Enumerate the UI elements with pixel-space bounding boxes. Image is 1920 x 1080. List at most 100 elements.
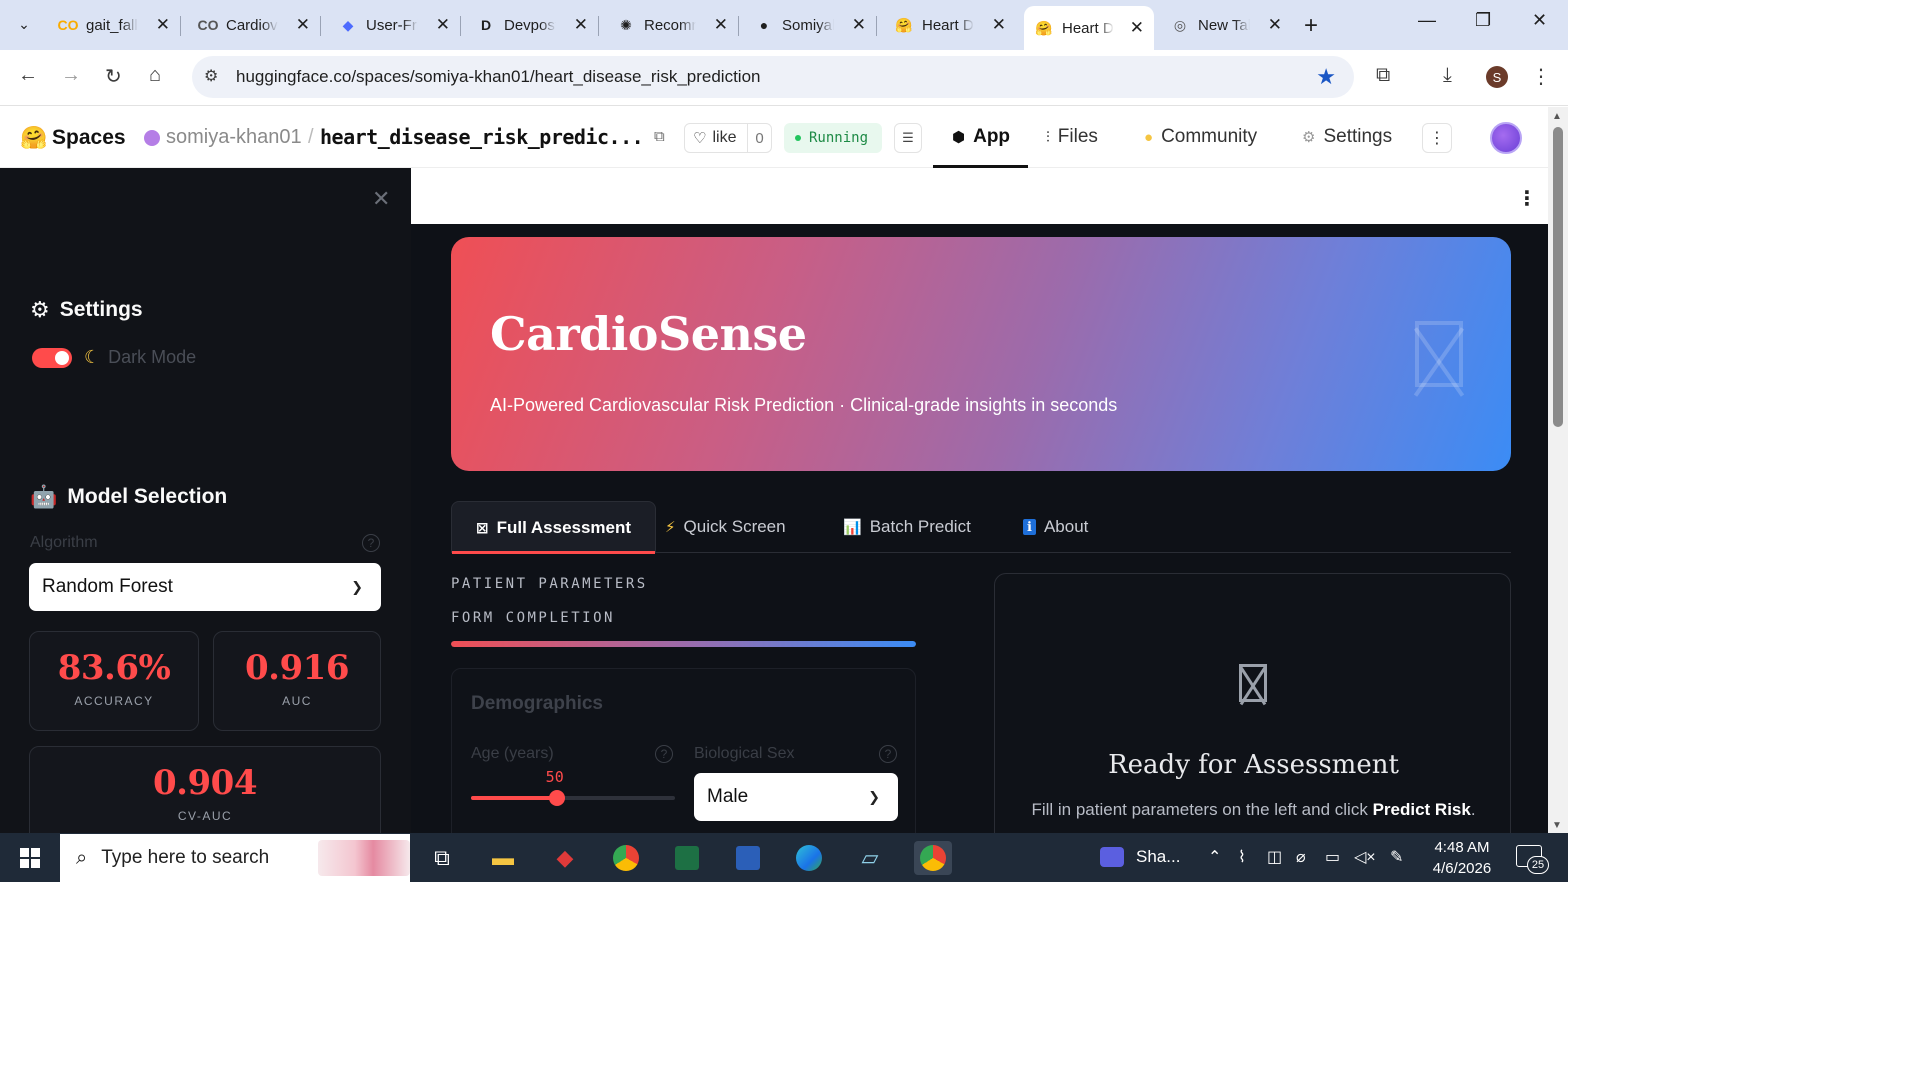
nav-settings[interactable]: ⚙ Settings [1302, 126, 1392, 148]
browser-tab[interactable]: ✺ Recomm ✕ [606, 6, 739, 44]
help-icon[interactable]: ? [655, 745, 673, 763]
sex-select[interactable]: Male ❯ [694, 773, 898, 821]
close-tab-icon[interactable]: ✕ [714, 15, 728, 35]
age-slider-thumb[interactable] [548, 790, 565, 806]
profile-avatar[interactable]: S [1486, 66, 1508, 88]
bar-chart-icon: 📊 [843, 519, 862, 536]
windows-start-icon[interactable] [20, 848, 40, 868]
chrome-menu-icon[interactable]: ⋮ [1531, 64, 1551, 89]
help-icon[interactable]: ? [362, 534, 380, 552]
new-tab-button[interactable]: + [1304, 12, 1318, 40]
restore-icon[interactable]: ❐ [1475, 10, 1491, 31]
home-icon[interactable]: ⌂ [149, 64, 161, 87]
close-tab-icon[interactable]: ✕ [156, 15, 170, 35]
reload-icon[interactable]: ↻ [105, 64, 122, 89]
lightning-icon: ⚡ [665, 519, 676, 536]
close-tab-icon[interactable]: ✕ [992, 15, 1006, 35]
url-text[interactable]: huggingface.co/spaces/somiya-khan01/hear… [236, 67, 761, 87]
browser-tab[interactable]: 🤗 Heart D ✕ [884, 6, 1016, 44]
volume-muted-icon[interactable]: ◁× [1354, 847, 1376, 867]
taskbar-search[interactable]: ⌕ Type here to search [60, 834, 410, 882]
tab-quick-screen[interactable]: ⚡ Quick Screen [641, 501, 810, 553]
browser-tab[interactable]: CO gait_fall ✕ [48, 6, 181, 44]
nav-files[interactable]: ⫶ Files [1046, 126, 1098, 148]
bookmark-star-icon[interactable]: ★ [1316, 64, 1336, 90]
close-tab-icon[interactable]: ✕ [436, 15, 450, 35]
owner-link[interactable]: somiya-khan01 [166, 126, 302, 149]
tab-label: Full Assessment [496, 517, 632, 537]
running-app[interactable]: Sha... [1100, 847, 1180, 867]
tray-expand-icon[interactable]: ⌃ [1208, 847, 1221, 867]
age-slider[interactable] [471, 796, 675, 800]
notepad-icon[interactable]: ▱ [853, 841, 887, 875]
task-view-icon[interactable]: ⧉ [425, 841, 459, 875]
battery-icon[interactable]: ▭ [1325, 847, 1340, 867]
scroll-up-icon[interactable]: ▲ [1552, 111, 1562, 122]
browser-tab[interactable]: ◎ New Tal ✕ [1160, 6, 1292, 44]
browser-tab[interactable]: ◆ User-Fri ✕ [328, 6, 461, 44]
user-avatar[interactable] [1490, 122, 1522, 154]
file-explorer-icon[interactable]: ▬ [486, 841, 520, 875]
network-icon[interactable]: ⌇ [1238, 847, 1246, 867]
close-tab-icon[interactable]: ✕ [1130, 18, 1144, 38]
camera-icon[interactable]: ◫ [1267, 847, 1282, 867]
download-icon[interactable]: ⤓ [1443, 64, 1452, 87]
page-scrollbar[interactable]: ▲ ▼ [1548, 107, 1568, 833]
browser-tab[interactable]: D Devpost ✕ [466, 6, 599, 44]
notifications-icon[interactable]: 25 [1516, 845, 1549, 874]
tab-batch-predict[interactable]: 📊 Batch Predict [819, 501, 995, 553]
scroll-down-icon[interactable]: ▼ [1552, 820, 1562, 831]
dark-mode-toggle[interactable] [32, 348, 72, 368]
site-info-icon[interactable]: ⚙ [204, 66, 224, 86]
chrome-icon: ◎ [1173, 16, 1187, 33]
tab-full-assessment[interactable]: ⊠ Full Assessment [451, 501, 657, 554]
wifi-off-icon[interactable]: ⌀ [1296, 847, 1306, 867]
browser-tab[interactable]: 🤗 Heart D ✕ [1024, 6, 1154, 50]
browser-tab-title: gait_fall [86, 16, 138, 34]
nav-app[interactable]: ⬢ App [952, 126, 1010, 148]
chrome-active-icon[interactable] [914, 841, 952, 875]
red-app-icon[interactable]: ◆ [548, 841, 582, 875]
community-icon: ● [1144, 128, 1154, 146]
address-bar[interactable]: ⚙ huggingface.co/spaces/somiya-khan01/he… [192, 56, 1354, 98]
copy-icon[interactable]: ⧉ [654, 128, 665, 145]
repo-name[interactable]: heart_disease_risk_predic... [320, 125, 644, 149]
nav-community[interactable]: ● Community [1144, 126, 1257, 148]
close-tab-icon[interactable]: ✕ [574, 15, 588, 35]
excel-icon[interactable] [670, 841, 704, 875]
tab-about[interactable]: ℹ About [999, 501, 1112, 553]
huggingface-logo-icon[interactable]: 🤗 [20, 125, 47, 151]
close-tab-icon[interactable]: ✕ [852, 15, 866, 35]
system-clock[interactable]: 4:48 AM 4/6/2026 [1420, 837, 1504, 879]
algorithm-select[interactable]: Random Forest ❯ [29, 563, 381, 611]
word-icon[interactable] [731, 841, 765, 875]
like-button[interactable]: ♡ like 0 [684, 123, 772, 153]
spaces-link[interactable]: Spaces [52, 126, 126, 150]
owner-avatar [144, 130, 160, 146]
browser-tab[interactable]: ● Somiyal ✕ [744, 6, 877, 44]
back-arrow-icon[interactable]: ← [18, 64, 38, 87]
close-tab-icon[interactable]: ✕ [296, 15, 310, 35]
close-window-icon[interactable]: ✕ [1532, 10, 1547, 31]
edge-icon[interactable] [792, 841, 826, 875]
metric-accuracy: 83.6% ACCURACY [29, 631, 199, 731]
minimize-icon[interactable]: — [1418, 10, 1436, 31]
help-icon[interactable]: ? [879, 745, 897, 763]
result-desc-text: Fill in patient parameters on the left a… [1031, 800, 1373, 819]
forward-arrow-icon[interactable]: → [61, 64, 81, 87]
browser-tab[interactable]: CO Cardiov ✕ [188, 6, 321, 44]
status-badge[interactable]: Running [784, 123, 882, 153]
app-menu-icon[interactable]: ⋮ [1517, 186, 1537, 211]
chrome-icon[interactable] [609, 841, 643, 875]
close-tab-icon[interactable]: ✕ [1268, 15, 1282, 35]
clock-time: 4:48 AM [1434, 839, 1490, 856]
scrollbar-thumb[interactable] [1553, 127, 1563, 427]
tab-search-button[interactable]: ⌄ [8, 8, 40, 40]
extensions-icon[interactable]: ⧉ [1376, 64, 1390, 87]
result-panel: Ready for Assessment Fill in patient par… [994, 573, 1511, 833]
glyph-icon: ⊠ [476, 519, 489, 537]
logs-icon[interactable]: ☰ [894, 123, 922, 153]
close-sidebar-icon[interactable]: ✕ [372, 186, 390, 212]
more-options-icon[interactable]: ⋮ [1422, 123, 1452, 153]
pen-icon[interactable]: ✎ [1390, 847, 1403, 867]
